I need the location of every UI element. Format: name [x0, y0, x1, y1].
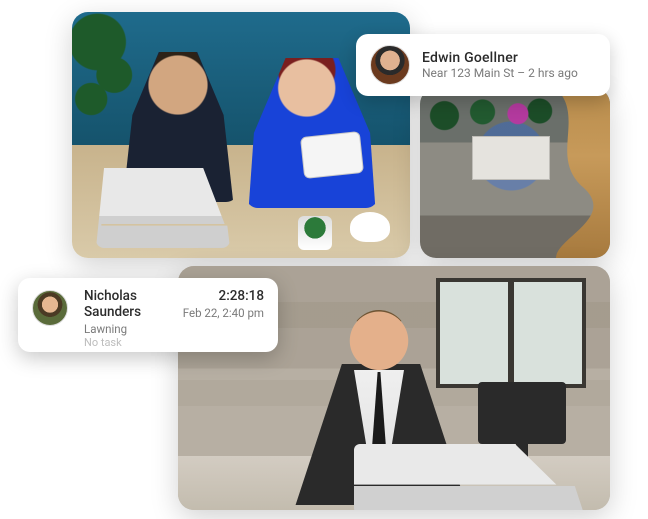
- task-name: Lawning: [84, 322, 173, 336]
- tablet-illustration: [300, 131, 364, 179]
- photo-map: [420, 88, 610, 258]
- avatar: [370, 45, 410, 85]
- avatar: [32, 290, 68, 326]
- user-name: Nicholas Saunders: [84, 288, 173, 320]
- monitor-illustration: [478, 382, 566, 444]
- user-location-card[interactable]: Edwin Goellner Near 123 Main St – 2 hrs …: [356, 34, 610, 96]
- user-name: Edwin Goellner: [422, 50, 578, 66]
- user-location-text: Near 123 Main St – 2 hrs ago: [422, 66, 578, 80]
- task-date: Feb 22, 2:40 pm: [183, 306, 264, 320]
- cup-illustration: [350, 212, 390, 242]
- task-duration: 2:28:18: [183, 288, 264, 304]
- no-task-label: No task: [84, 336, 173, 349]
- plant-decoration: [72, 12, 136, 162]
- house-illustration: [472, 136, 550, 180]
- plant-decoration: [298, 216, 332, 250]
- task-card[interactable]: Nicholas Saunders Lawning No task 2:28:1…: [18, 278, 278, 352]
